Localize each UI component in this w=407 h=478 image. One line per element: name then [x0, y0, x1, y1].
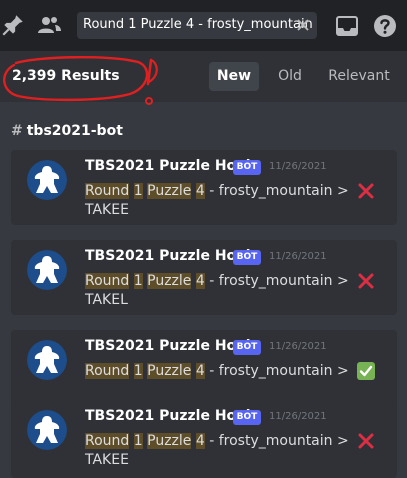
message-text: - frosty_mountain > — [204, 273, 354, 289]
results-count: 2,399 Results — [12, 68, 120, 84]
message-text: - frosty_mountain > — [204, 183, 354, 199]
channel-name: tbs2021-bot — [26, 123, 123, 139]
sort-new-button[interactable]: New — [209, 62, 259, 91]
search-highlight: Puzzle — [147, 433, 192, 449]
search-highlight: 4 — [195, 433, 205, 449]
message-text: - frosty_mountain > — [204, 433, 354, 449]
search-highlight: Puzzle — [147, 363, 192, 379]
channel-header-bar: Round 1 Puzzle 4 - frosty_mountain — [0, 0, 407, 51]
message-text: - frosty_mountain > — [204, 363, 354, 379]
cross-mark-icon — [358, 433, 374, 449]
pin-icon[interactable] — [0, 12, 26, 38]
message-second-line: TAKEL — [85, 292, 128, 308]
author-name[interactable]: TBS2021 Puzzle Hook — [85, 408, 255, 424]
message-timestamp: 11/26/2021 — [269, 161, 327, 172]
bot-avatar[interactable] — [27, 340, 67, 380]
search-highlight: 4 — [195, 183, 205, 199]
search-highlight: 4 — [195, 273, 205, 289]
check-mark-icon — [357, 362, 376, 380]
search-result-item[interactable]: TBS2021 Puzzle Hook BOT 11/26/2021 Round… — [11, 240, 397, 315]
author-name[interactable]: TBS2021 Puzzle Hook — [85, 338, 255, 354]
search-highlight: Round — [85, 273, 130, 289]
clear-search-icon[interactable] — [296, 18, 310, 32]
search-highlight: Puzzle — [147, 273, 192, 289]
sort-old-button[interactable]: Old — [265, 62, 315, 91]
search-highlight: Round — [85, 433, 130, 449]
bot-badge: BOT — [233, 410, 261, 425]
help-icon[interactable] — [373, 14, 397, 38]
inbox-icon[interactable] — [335, 14, 359, 38]
sort-relevant-button[interactable]: Relevant — [322, 62, 396, 91]
message-content: Round 1 Puzzle 4 - frosty_mountain > — [85, 431, 375, 451]
message-second-line: TAKEE — [85, 452, 129, 468]
cross-mark-icon — [358, 183, 374, 199]
search-query-text[interactable]: Round 1 Puzzle 4 - frosty_mountain — [83, 17, 313, 32]
search-result-item[interactable]: TBS2021 Puzzle Hook BOT 11/26/2021 Round… — [11, 330, 397, 405]
message-timestamp: 11/26/2021 — [269, 341, 327, 352]
channel-hash-icon: # — [11, 123, 23, 139]
search-result-item[interactable]: TBS2021 Puzzle Hook BOT 11/26/2021 Round… — [11, 400, 397, 478]
search-highlight: 1 — [133, 433, 143, 449]
bot-badge: BOT — [233, 340, 261, 355]
search-results-header: 2,399 Results New Old Relevant — [0, 51, 407, 105]
search-highlight: 1 — [133, 273, 143, 289]
bot-avatar[interactable] — [27, 250, 67, 290]
message-second-line: TAKEE — [85, 202, 129, 218]
search-highlight: Round — [85, 363, 130, 379]
message-timestamp: 11/26/2021 — [269, 411, 327, 422]
channel-heading[interactable]: # tbs2021-bot — [11, 123, 123, 139]
bot-avatar[interactable] — [27, 410, 67, 450]
message-content: Round 1 Puzzle 4 - frosty_mountain > — [85, 361, 376, 381]
message-timestamp: 11/26/2021 — [269, 251, 327, 262]
author-name[interactable]: TBS2021 Puzzle Hook — [85, 158, 255, 174]
search-highlight: 1 — [133, 183, 143, 199]
members-icon[interactable] — [36, 13, 62, 37]
cross-mark-icon — [358, 273, 374, 289]
search-result-item[interactable]: TBS2021 Puzzle Hook BOT 11/26/2021 Round… — [11, 150, 397, 225]
search-input[interactable]: Round 1 Puzzle 4 - frosty_mountain — [77, 12, 317, 39]
search-highlight: Round — [85, 183, 130, 199]
message-content: Round 1 Puzzle 4 - frosty_mountain > — [85, 271, 375, 291]
bot-avatar[interactable] — [27, 160, 67, 200]
search-highlight: 1 — [133, 363, 143, 379]
message-content: Round 1 Puzzle 4 - frosty_mountain > — [85, 181, 375, 201]
author-name[interactable]: TBS2021 Puzzle Hook — [85, 248, 255, 264]
search-highlight: Puzzle — [147, 183, 192, 199]
search-highlight: 4 — [195, 363, 205, 379]
bot-badge: BOT — [233, 250, 261, 265]
bot-badge: BOT — [233, 160, 261, 175]
